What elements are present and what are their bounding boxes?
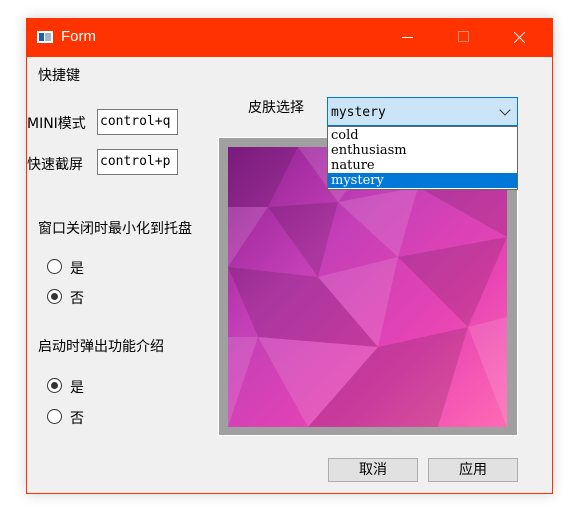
- skin-option-nature[interactable]: nature: [328, 158, 517, 173]
- close-button[interactable]: [497, 19, 543, 57]
- mini-mode-label: MINI模式: [27, 116, 86, 132]
- screenshot-label: 快速截屏: [27, 157, 83, 173]
- window-title: Form: [61, 28, 96, 45]
- minimize-to-tray-label: 窗口关闭时最小化到托盘: [38, 221, 192, 237]
- shortcut-section-label: 快捷键: [38, 68, 80, 84]
- chevron-down-icon[interactable]: [499, 104, 511, 116]
- skin-selected-value: mystery: [331, 105, 386, 120]
- mini-mode-shortcut-field[interactable]: control+q: [97, 109, 178, 135]
- startup-intro-label: 启动时弹出功能介绍: [38, 339, 164, 355]
- skin-dropdown-list: cold enthusiasm nature mystery: [327, 126, 518, 190]
- title-bar[interactable]: Form: [27, 19, 552, 57]
- tray-no-radio[interactable]: [47, 289, 62, 304]
- tray-yes-radio[interactable]: [47, 259, 62, 274]
- skin-option-mystery[interactable]: mystery: [328, 173, 517, 188]
- intro-yes-label: 是: [70, 380, 84, 396]
- apply-button[interactable]: 应用: [428, 458, 518, 482]
- intro-yes-radio[interactable]: [47, 378, 62, 393]
- intro-no-label: 否: [70, 411, 84, 427]
- skin-select-label: 皮肤选择: [248, 100, 304, 116]
- intro-no-radio[interactable]: [47, 409, 62, 424]
- skin-combobox[interactable]: mystery: [327, 97, 518, 126]
- app-icon: [37, 31, 53, 43]
- maximize-button[interactable]: [440, 19, 486, 57]
- skin-option-cold[interactable]: cold: [328, 128, 517, 143]
- tray-no-label: 否: [70, 291, 84, 307]
- cancel-button[interactable]: 取消: [328, 458, 418, 482]
- skin-option-enthusiasm[interactable]: enthusiasm: [328, 143, 517, 158]
- minimize-button[interactable]: [384, 19, 430, 57]
- form-window: Form 快捷键 MINI模式 control+q 快速截屏 control+p…: [26, 18, 553, 494]
- tray-yes-label: 是: [70, 261, 84, 277]
- screenshot-shortcut-field[interactable]: control+p: [97, 149, 178, 175]
